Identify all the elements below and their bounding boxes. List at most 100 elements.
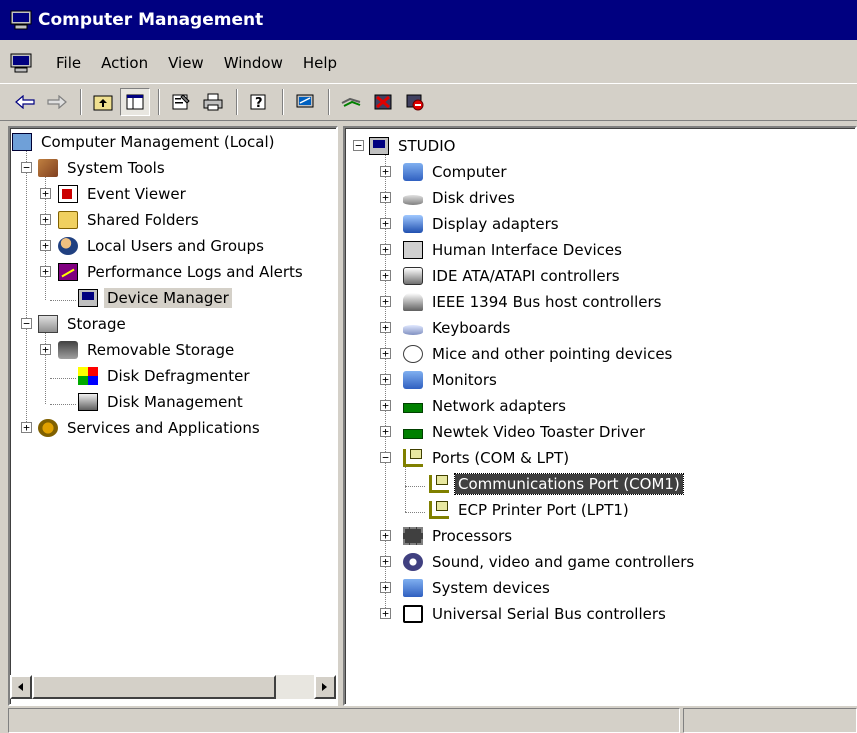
expand-toggle[interactable]: + [380,608,391,619]
port-icon [429,501,449,519]
scan-hardware-button[interactable] [290,88,320,116]
toolbar-separator [236,89,238,115]
expand-toggle[interactable]: + [40,214,51,225]
expand-toggle[interactable]: + [380,400,391,411]
device-category-mice[interactable]: Mice and other pointing devices [403,342,675,366]
expand-toggle[interactable]: + [21,422,32,433]
expand-toggle[interactable]: + [40,188,51,199]
horizontal-scrollbar[interactable] [10,675,336,699]
device-com1[interactable]: Communications Port (COM1) [429,472,684,496]
tree-item-computer-management[interactable]: Computer Management (Local) [12,130,278,154]
tree-item-system-tools[interactable]: System Tools [38,156,168,180]
device-category-keyboards[interactable]: Keyboards [403,316,513,340]
system-devices-icon [403,579,423,597]
device-category-disk-drives[interactable]: Disk drives [403,186,518,210]
tree-item-disk-defragmenter[interactable]: Disk Defragmenter [78,364,253,388]
update-driver-button[interactable] [336,88,366,116]
menu-window[interactable]: Window [214,50,293,76]
properties-button[interactable] [166,88,196,116]
tools-icon [38,159,58,177]
scroll-right-button[interactable] [314,675,336,699]
expand-toggle[interactable]: + [380,556,391,567]
ieee1394-icon [403,293,423,311]
disable-button[interactable] [400,88,430,116]
tree-connector [405,512,425,513]
expand-toggle[interactable]: + [380,192,391,203]
expand-toggle[interactable]: + [380,582,391,593]
expand-toggle[interactable]: + [40,240,51,251]
expand-toggle[interactable]: + [380,374,391,385]
collapse-toggle[interactable]: − [21,162,32,173]
status-cell-main [8,708,680,733]
status-bar [0,706,857,733]
device-category-ieee1394[interactable]: IEEE 1394 Bus host controllers [403,290,664,314]
performance-icon [58,263,78,281]
tree-item-services-applications[interactable]: Services and Applications [38,416,263,440]
device-category-system-devices[interactable]: System devices [403,576,553,600]
collapse-toggle[interactable]: − [353,140,364,151]
scan-hardware-icon [296,94,314,108]
device-root-studio[interactable]: STUDIO [369,134,458,158]
device-category-network-adapters[interactable]: Network adapters [403,394,569,418]
tree-item-storage[interactable]: Storage [38,312,129,336]
scroll-track[interactable] [276,675,314,699]
computer-icon [12,133,32,151]
device-category-ports[interactable]: Ports (COM & LPT) [403,446,572,470]
device-category-newtek[interactable]: Newtek Video Toaster Driver [403,420,648,444]
tree-item-event-viewer[interactable]: Event Viewer [58,182,189,206]
device-lpt1[interactable]: ECP Printer Port (LPT1) [429,498,632,522]
expand-toggle[interactable]: + [40,344,51,355]
network-adapter-icon [403,403,423,413]
expand-toggle[interactable]: + [380,244,391,255]
scroll-thumb[interactable] [32,675,276,699]
device-category-monitors[interactable]: Monitors [403,368,500,392]
device-tree-pane[interactable]: − STUDIO + Computer + Disk drives + Disp… [343,126,857,706]
expand-toggle[interactable]: + [380,218,391,229]
device-category-usb[interactable]: Universal Serial Bus controllers [403,602,669,626]
tree-item-disk-management[interactable]: Disk Management [78,390,246,414]
console-tree-icon [126,94,144,110]
collapse-toggle[interactable]: − [21,318,32,329]
expand-toggle[interactable]: + [380,426,391,437]
device-category-sound[interactable]: Sound, video and game controllers [403,550,697,574]
help-button[interactable]: ? [244,88,274,116]
up-one-level-button[interactable] [88,88,118,116]
console-tree-pane[interactable]: Computer Management (Local) − System Too… [8,126,338,706]
device-category-hid[interactable]: Human Interface Devices [403,238,625,262]
tree-item-performance-logs[interactable]: Performance Logs and Alerts [58,260,306,284]
tree-connector [50,300,76,301]
status-cell-secondary [683,708,857,733]
show-hide-console-tree-button[interactable] [120,88,150,116]
expand-toggle[interactable]: + [40,266,51,277]
tree-item-shared-folders[interactable]: Shared Folders [58,208,202,232]
expand-toggle[interactable]: + [380,322,391,333]
tree-item-local-users-groups[interactable]: Local Users and Groups [58,234,267,258]
collapse-toggle[interactable]: − [380,452,391,463]
device-category-processors[interactable]: Processors [403,524,515,548]
back-button[interactable] [10,88,40,116]
folder-up-icon [93,95,113,111]
system-menu-icon[interactable] [10,53,32,73]
scroll-left-button[interactable] [10,675,32,699]
device-category-ide[interactable]: IDE ATA/ATAPI controllers [403,264,623,288]
expand-toggle[interactable]: + [380,270,391,281]
menu-help[interactable]: Help [293,50,347,76]
port-icon [403,449,423,467]
expand-toggle[interactable]: + [380,296,391,307]
expand-toggle[interactable]: + [380,166,391,177]
device-category-computer[interactable]: Computer [403,160,510,184]
title-bar[interactable]: Computer Management [0,0,857,40]
menu-file[interactable]: File [46,50,91,76]
hid-icon [403,241,423,259]
expand-toggle[interactable]: + [380,348,391,359]
print-button[interactable] [198,88,228,116]
menu-action[interactable]: Action [91,50,158,76]
expand-toggle[interactable]: + [380,530,391,541]
tree-item-removable-storage[interactable]: Removable Storage [58,338,237,362]
forward-button[interactable] [42,88,72,116]
menu-view[interactable]: View [158,50,214,76]
tree-item-device-manager[interactable]: Device Manager [78,286,232,310]
shared-folders-icon [58,211,78,229]
uninstall-button[interactable] [368,88,398,116]
device-category-display-adapters[interactable]: Display adapters [403,212,562,236]
